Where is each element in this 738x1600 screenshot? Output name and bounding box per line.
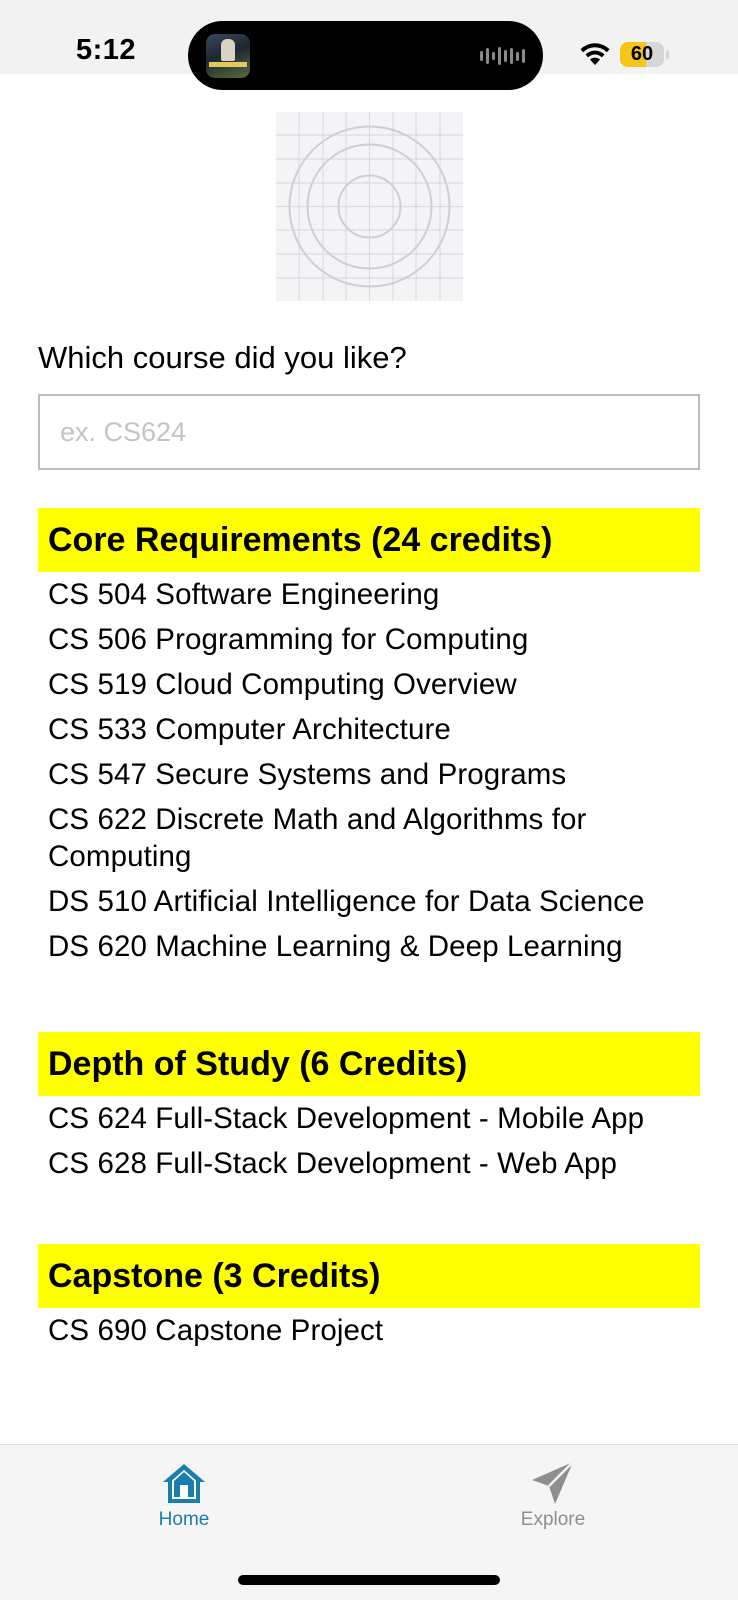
- image-placeholder-icon: [276, 112, 463, 301]
- section-capstone: Capstone (3 Credits) CS 690 Capstone Pro…: [38, 1244, 700, 1353]
- section-header: Capstone (3 Credits): [38, 1244, 700, 1308]
- audio-waveform-icon: [480, 46, 525, 66]
- section-depth-of-study: Depth of Study (6 Credits) CS 624 Full-S…: [38, 1032, 700, 1186]
- tab-label: Home: [158, 1509, 210, 1530]
- tab-explore[interactable]: Explore: [493, 1459, 613, 1531]
- course-item[interactable]: CS 504 Software Engineering: [48, 572, 700, 617]
- course-search-input[interactable]: [38, 394, 700, 470]
- home-indicator[interactable]: [238, 1575, 500, 1585]
- status-bar: 5:12 60: [0, 0, 738, 90]
- course-prompt: Which course did you like?: [38, 340, 407, 375]
- course-item[interactable]: CS 624 Full-Stack Development - Mobile A…: [48, 1096, 700, 1141]
- wifi-icon: [580, 43, 610, 65]
- album-art-icon: [206, 34, 250, 78]
- dynamic-island[interactable]: [188, 21, 543, 90]
- section-header: Core Requirements (24 credits): [38, 508, 700, 572]
- screen: 5:12 60 Which course did you like? ex. C…: [0, 0, 738, 1600]
- course-item[interactable]: CS 690 Capstone Project: [48, 1308, 700, 1353]
- course-item[interactable]: DS 510 Artificial Intelligence for Data …: [48, 879, 700, 924]
- course-item[interactable]: CS 622 Discrete Math and Algorithms for …: [48, 797, 700, 879]
- tab-home[interactable]: Home: [124, 1459, 244, 1531]
- section-core-requirements: Core Requirements (24 credits) CS 504 So…: [38, 508, 700, 969]
- course-list: CS 690 Capstone Project: [38, 1308, 700, 1353]
- course-item[interactable]: CS 628 Full-Stack Development - Web App: [48, 1141, 700, 1186]
- paper-plane-icon: [532, 1461, 574, 1504]
- home-icon: [163, 1464, 205, 1503]
- status-time: 5:12: [76, 34, 137, 66]
- course-item[interactable]: CS 519 Cloud Computing Overview: [48, 662, 700, 707]
- course-item[interactable]: DS 620 Machine Learning & Deep Learning: [48, 924, 700, 969]
- battery-indicator: 60: [620, 42, 669, 67]
- course-item[interactable]: CS 547 Secure Systems and Programs: [48, 752, 700, 797]
- battery-level: 60: [630, 43, 654, 65]
- tab-label: Explore: [520, 1509, 586, 1530]
- course-list: CS 624 Full-Stack Development - Mobile A…: [38, 1096, 700, 1186]
- course-item[interactable]: CS 506 Programming for Computing: [48, 617, 700, 662]
- section-header: Depth of Study (6 Credits): [38, 1032, 700, 1096]
- course-list: CS 504 Software Engineering CS 506 Progr…: [38, 572, 700, 969]
- course-item[interactable]: CS 533 Computer Architecture: [48, 707, 700, 752]
